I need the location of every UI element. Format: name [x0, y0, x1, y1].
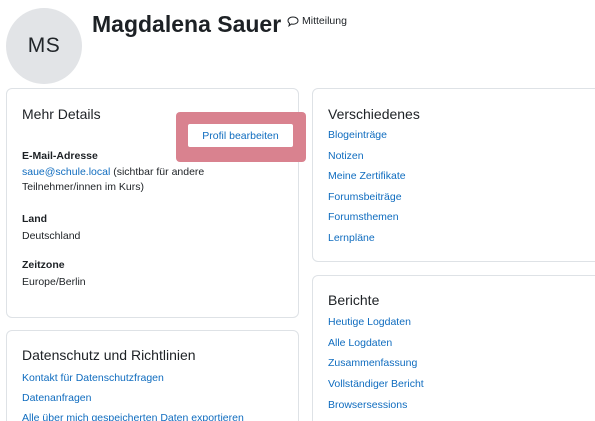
edit-profile-label: Profil bearbeiten [202, 129, 279, 142]
reports-link-browser-sessions[interactable]: Browsersessions [328, 399, 407, 411]
reports-title: Berichte [328, 292, 380, 308]
misc-link-forum-topics[interactable]: Forumsthemen [328, 211, 399, 223]
reports-link-all-logs[interactable]: Alle Logdaten [328, 337, 392, 349]
page-title: Magdalena Sauer [92, 11, 282, 37]
email-visibility-note-2: Teilnehmer/innen im Kurs) [22, 181, 144, 193]
export-data-link[interactable]: Alle über mich gespeicherten Daten expor… [22, 412, 244, 421]
timezone-value: Europe/Berlin [22, 276, 86, 288]
email-visibility-note: (sichtbar für andere [110, 166, 205, 178]
country-value: Deutschland [22, 230, 81, 242]
misc-link-certificates[interactable]: Meine Zertifikate [328, 170, 406, 182]
email-label: E-Mail-Adresse [22, 150, 98, 162]
privacy-title: Datenschutz und Richtlinien [22, 347, 196, 363]
message-button[interactable]: Mitteilung [287, 15, 347, 27]
edit-profile-button[interactable]: Profil bearbeiten [188, 124, 293, 147]
misc-link-blog[interactable]: Blogeinträge [328, 129, 387, 141]
data-requests-link[interactable]: Datenanfragen [22, 392, 91, 404]
country-label: Land [22, 213, 48, 225]
reports-link-full-report[interactable]: Vollständiger Bericht [328, 378, 424, 390]
avatar: MS [6, 8, 82, 84]
reports-link-today-logs[interactable]: Heutige Logdaten [328, 316, 411, 328]
email-value-line: saue@schule.local (sichtbar für andere [22, 165, 204, 180]
message-label: Mitteilung [302, 15, 347, 27]
reports-link-summary[interactable]: Zusammenfassung [328, 357, 417, 369]
misc-link-notes[interactable]: Notizen [328, 150, 364, 162]
speech-bubble-icon [287, 15, 299, 27]
misc-link-forum-posts[interactable]: Forumsbeiträge [328, 191, 402, 203]
details-title: Mehr Details [22, 106, 101, 122]
misc-title: Verschiedenes [328, 106, 420, 122]
profile-page: MS Magdalena Sauer Mitteilung Mehr Detai… [0, 0, 595, 421]
privacy-contact-link[interactable]: Kontakt für Datenschutzfragen [22, 372, 164, 384]
misc-link-learning-plans[interactable]: Lernpläne [328, 232, 375, 244]
avatar-initials: MS [27, 34, 61, 57]
timezone-label: Zeitzone [22, 259, 65, 271]
email-link[interactable]: saue@schule.local [22, 166, 110, 178]
